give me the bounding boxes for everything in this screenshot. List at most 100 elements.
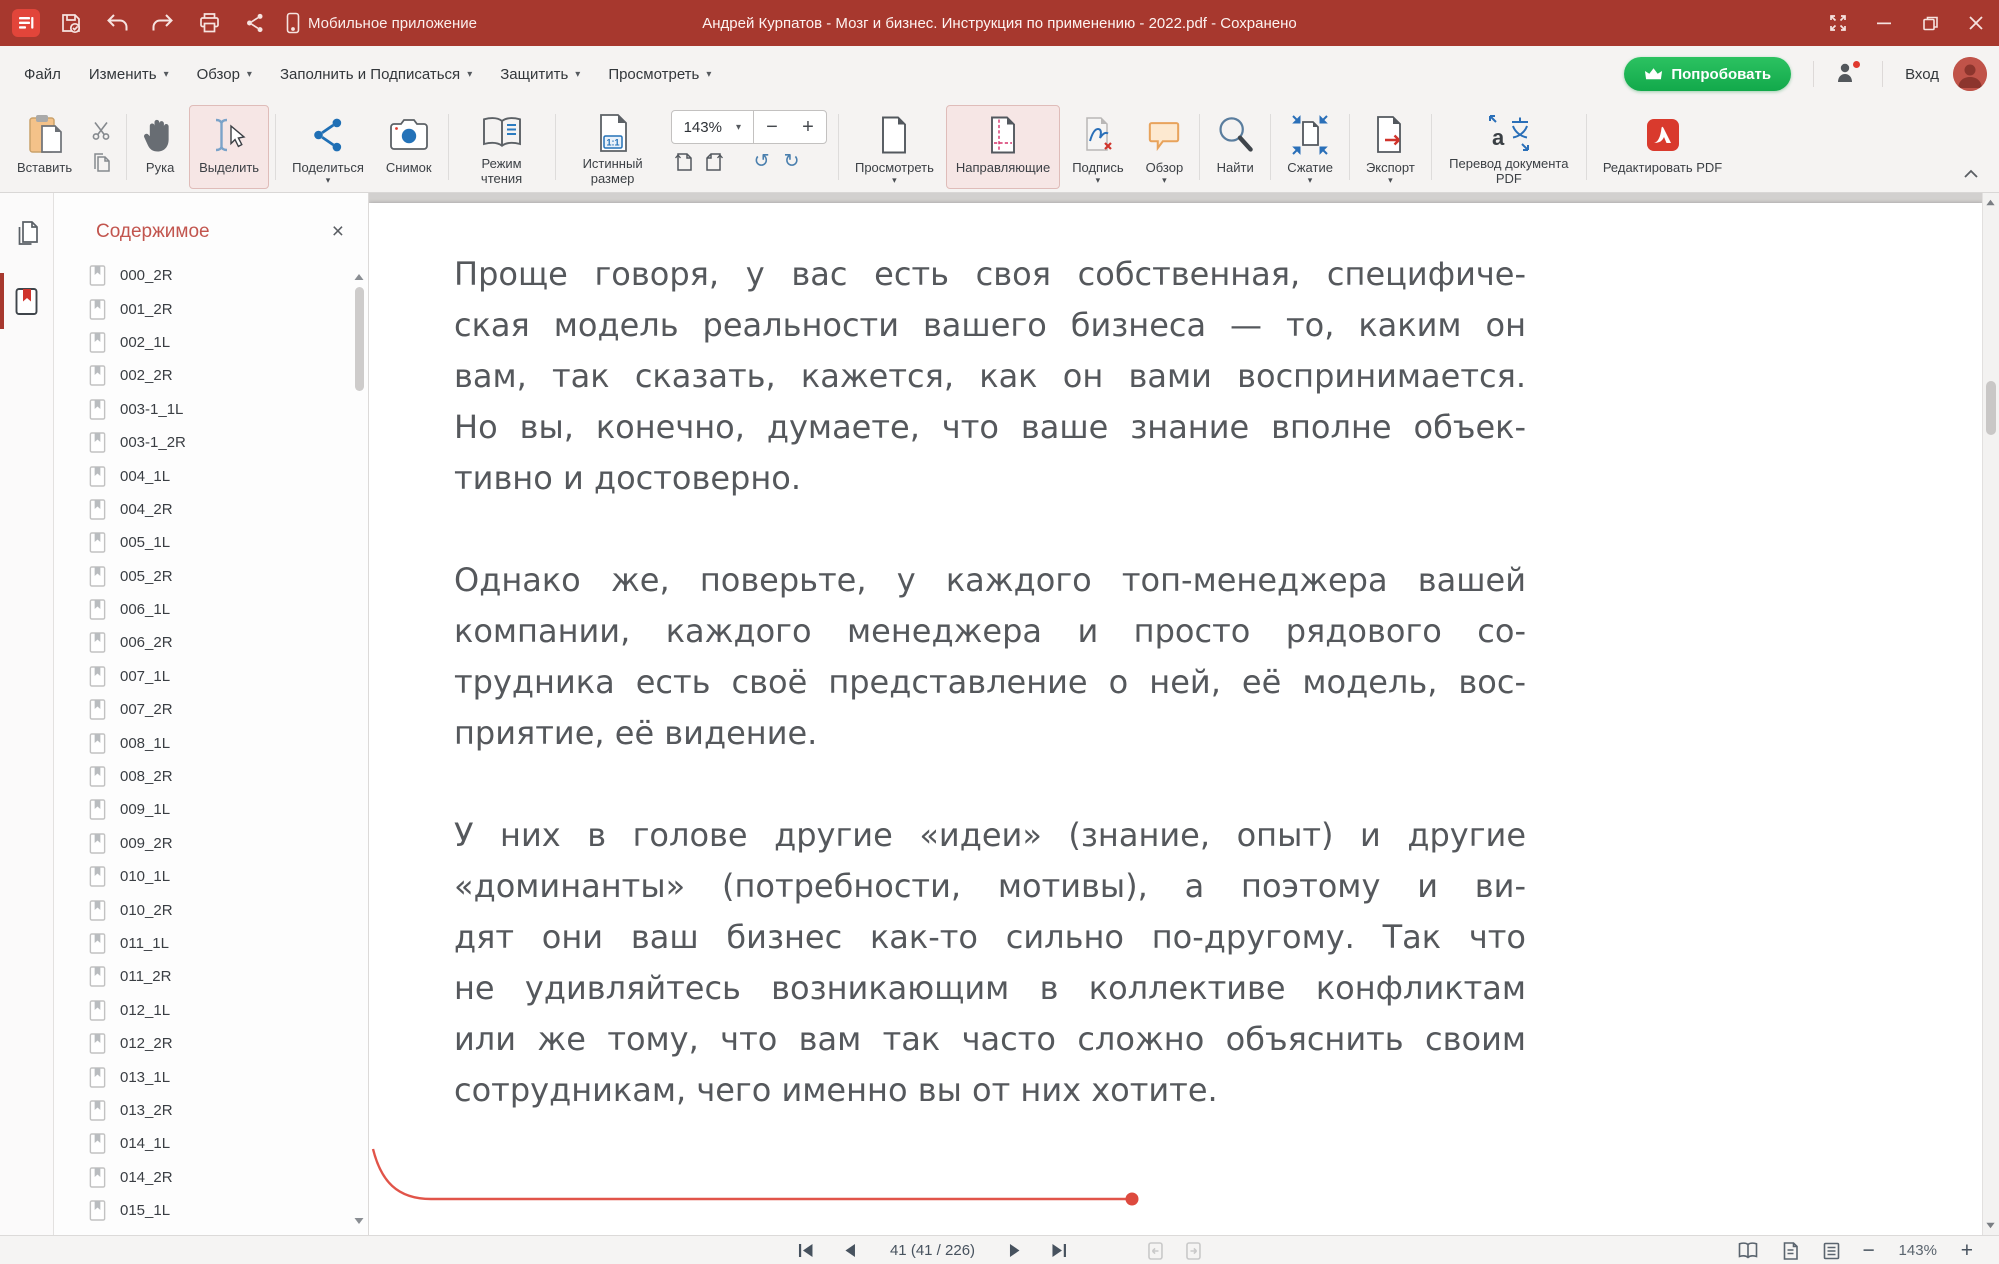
copy-button[interactable]	[87, 150, 117, 176]
bookmark-item[interactable]: 013_1L	[54, 1060, 368, 1093]
menu-review[interactable]: Обзор▾	[183, 58, 266, 91]
scroll-down-arrow[interactable]	[353, 1215, 365, 1227]
cut-button[interactable]	[87, 118, 117, 144]
bookmark-item[interactable]: 010_1L	[54, 860, 368, 893]
mobile-app-button[interactable]: Мобильное приложение	[286, 12, 477, 34]
zoom-out-button[interactable]: −	[754, 116, 790, 139]
login-button[interactable]: Вход	[1905, 66, 1939, 83]
next-view-button[interactable]	[1183, 1241, 1203, 1261]
fullscreen-button[interactable]	[1815, 0, 1861, 46]
bookmark-item[interactable]: 014_1L	[54, 1127, 368, 1160]
bookmark-item[interactable]: 011_1L	[54, 927, 368, 960]
menu-view[interactable]: Просмотреть▾	[594, 58, 725, 91]
guides-button[interactable]: Направляющие	[946, 105, 1060, 189]
bookmark-item[interactable]: 002_1L	[54, 326, 368, 359]
bookmark-item[interactable]: 006_2R	[54, 626, 368, 659]
first-page-button[interactable]	[796, 1242, 816, 1260]
tab-bookmarks[interactable]	[0, 275, 53, 327]
bookmark-item[interactable]: 005_1L	[54, 526, 368, 559]
bookmark-item[interactable]: 003-1_1L	[54, 393, 368, 426]
compress-button[interactable]: Сжатие ▾	[1277, 105, 1343, 189]
close-button[interactable]	[1953, 0, 1999, 46]
whats-new-icon[interactable]	[1836, 61, 1860, 87]
preview-button[interactable]: Просмотреть ▾	[845, 105, 944, 189]
collapse-toolbar-button[interactable]	[1957, 164, 1985, 184]
zoom-level-dropdown[interactable]: 143% ▾	[672, 119, 753, 136]
bookmark-item[interactable]: 006_1L	[54, 593, 368, 626]
bookmark-item[interactable]: 012_2R	[54, 1027, 368, 1060]
signature-button[interactable]: Подпись ▾	[1062, 105, 1133, 189]
undo-icon[interactable]	[104, 10, 130, 36]
rotate-right-button[interactable]	[701, 149, 727, 173]
translate-button[interactable]: а Перевод документа PDF	[1438, 105, 1580, 189]
print-icon[interactable]	[196, 10, 222, 36]
bookmark-item[interactable]: 013_2R	[54, 1094, 368, 1127]
bookmark-item[interactable]: 011_2R	[54, 960, 368, 993]
tab-pages[interactable]	[0, 207, 53, 259]
zoom-in-button[interactable]: +	[1961, 1242, 1973, 1260]
undo-button[interactable]: ↺	[749, 149, 775, 173]
bookmark-item[interactable]: 003-1_2R	[54, 426, 368, 459]
restore-button[interactable]	[1907, 0, 1953, 46]
book-view-button[interactable]	[1736, 1241, 1760, 1260]
scroll-down-arrow[interactable]	[1985, 1220, 1996, 1231]
previous-view-button[interactable]	[1145, 1241, 1165, 1261]
menu-file[interactable]: Файл	[10, 58, 75, 91]
select-tool-button[interactable]: Выделить	[189, 105, 269, 189]
review-comments-button[interactable]: Обзор ▾	[1136, 105, 1194, 189]
try-premium-button[interactable]: Попробовать	[1624, 57, 1791, 91]
pdf-page[interactable]: Проще говоря, у вас есть своя собственна…	[369, 203, 1983, 1235]
bookmark-item[interactable]: 005_2R	[54, 560, 368, 593]
bookmark-item[interactable]: 012_1L	[54, 994, 368, 1027]
bookmark-item[interactable]: 004_1L	[54, 459, 368, 492]
last-page-button[interactable]	[1049, 1242, 1069, 1260]
page-number-display[interactable]: 41 (41 / 226)	[890, 1242, 975, 1259]
minimize-button[interactable]	[1861, 0, 1907, 46]
avatar[interactable]	[1953, 57, 1987, 91]
scroll-up-arrow[interactable]	[1985, 197, 1996, 208]
scrollbar-thumb[interactable]	[1986, 381, 1996, 435]
bookmark-item[interactable]: 010_2R	[54, 893, 368, 926]
save-icon[interactable]	[58, 10, 84, 36]
zoom-out-button[interactable]: −	[1862, 1242, 1874, 1260]
scroll-up-arrow[interactable]	[353, 271, 365, 283]
close-panel-button[interactable]: ×	[326, 222, 350, 242]
hand-tool-button[interactable]: Рука	[133, 105, 187, 189]
bookmark-item[interactable]: 000_2R	[54, 259, 368, 292]
share-icon[interactable]	[242, 10, 268, 36]
zoom-in-button[interactable]: +	[790, 116, 826, 139]
bookmark-item[interactable]: 007_1L	[54, 660, 368, 693]
bookmark-item[interactable]: 001_2R	[54, 292, 368, 325]
export-button[interactable]: Экспорт ▾	[1356, 105, 1425, 189]
previous-page-button[interactable]	[840, 1242, 860, 1260]
paste-button[interactable]: Вставить	[7, 105, 82, 189]
rotate-left-button[interactable]	[671, 149, 697, 173]
redo-button[interactable]: ↻	[779, 149, 805, 173]
bookmark-item[interactable]: 002_2R	[54, 359, 368, 392]
bookmark-item[interactable]: 015_1L	[54, 1194, 368, 1227]
bookmark-item[interactable]: 009_1L	[54, 793, 368, 826]
snapshot-button[interactable]: Снимок	[376, 105, 442, 189]
bookmark-item[interactable]: 008_1L	[54, 726, 368, 759]
redo-icon[interactable]	[150, 10, 176, 36]
read-mode-button[interactable]: Режим чтения	[455, 105, 549, 189]
bookmark-item[interactable]: 014_2R	[54, 1161, 368, 1194]
share-button[interactable]: Поделиться ▾	[282, 105, 374, 189]
sidebar-scrollbar-thumb[interactable]	[355, 287, 364, 391]
zoom-level-display[interactable]: 143%	[1895, 1242, 1941, 1259]
edit-pdf-button[interactable]: Редактировать PDF	[1593, 105, 1732, 189]
bookmark-item[interactable]: 007_2R	[54, 693, 368, 726]
bookmark-item[interactable]: 009_2R	[54, 827, 368, 860]
menu-protect[interactable]: Защитить▾	[486, 58, 594, 91]
single-page-view-button[interactable]	[1780, 1241, 1801, 1261]
bookmark-item[interactable]: 008_2R	[54, 760, 368, 793]
continuous-view-button[interactable]	[1821, 1241, 1842, 1261]
menu-edit[interactable]: Изменить▾	[75, 58, 183, 91]
actual-size-button[interactable]: 1:1 Истинный размер	[562, 105, 664, 189]
menu-fill-sign[interactable]: Заполнить и Подписаться▾	[266, 58, 486, 91]
app-logo-icon[interactable]	[12, 9, 40, 37]
bookmark-item[interactable]: 004_2R	[54, 493, 368, 526]
find-button[interactable]: Найти	[1206, 105, 1264, 189]
next-page-button[interactable]	[1005, 1242, 1025, 1260]
vertical-scrollbar[interactable]	[1982, 193, 1999, 1235]
